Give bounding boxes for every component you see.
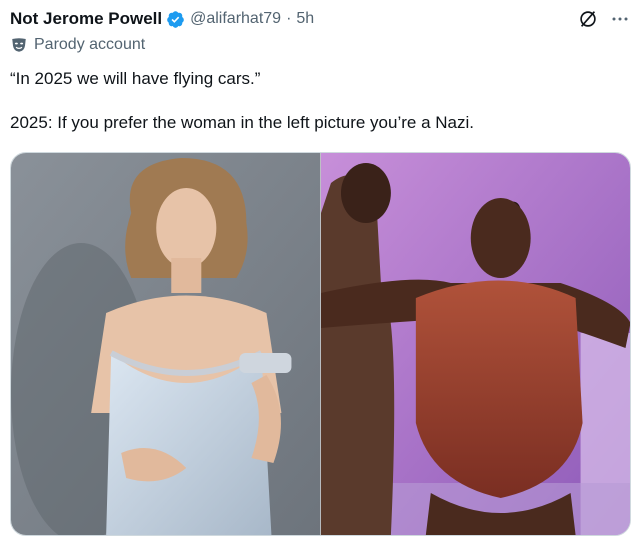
parody-mask-icon: [12, 38, 26, 52]
tweet-text-line2: 2025: If you prefer the woman in the lef…: [10, 113, 474, 132]
header-actions: [577, 8, 629, 30]
tweet-header: Not Jerome Powell @alifarhat79 · 5h: [10, 6, 314, 32]
grok-icon[interactable]: [577, 8, 599, 30]
timestamp[interactable]: 5h: [296, 10, 314, 28]
parody-label: Parody account: [10, 36, 145, 54]
separator-dot: ·: [286, 10, 292, 27]
media-image-right[interactable]: [320, 153, 630, 535]
author-name[interactable]: Not Jerome Powell: [10, 9, 162, 29]
tweet-text: “In 2025 we will have flying cars.” 2025…: [10, 68, 620, 134]
media-image-left[interactable]: [11, 153, 321, 535]
more-icon[interactable]: [611, 10, 629, 28]
tweet-text-line1: “In 2025 we will have flying cars.”: [10, 69, 261, 88]
author-handle[interactable]: @alifarhat79: [190, 10, 281, 28]
verified-badge-icon: [167, 10, 184, 28]
tweet-media[interactable]: [10, 152, 631, 536]
parody-label-text: Parody account: [34, 36, 146, 53]
right-photo-illustration: [320, 153, 630, 535]
left-photo-illustration: [11, 153, 321, 535]
